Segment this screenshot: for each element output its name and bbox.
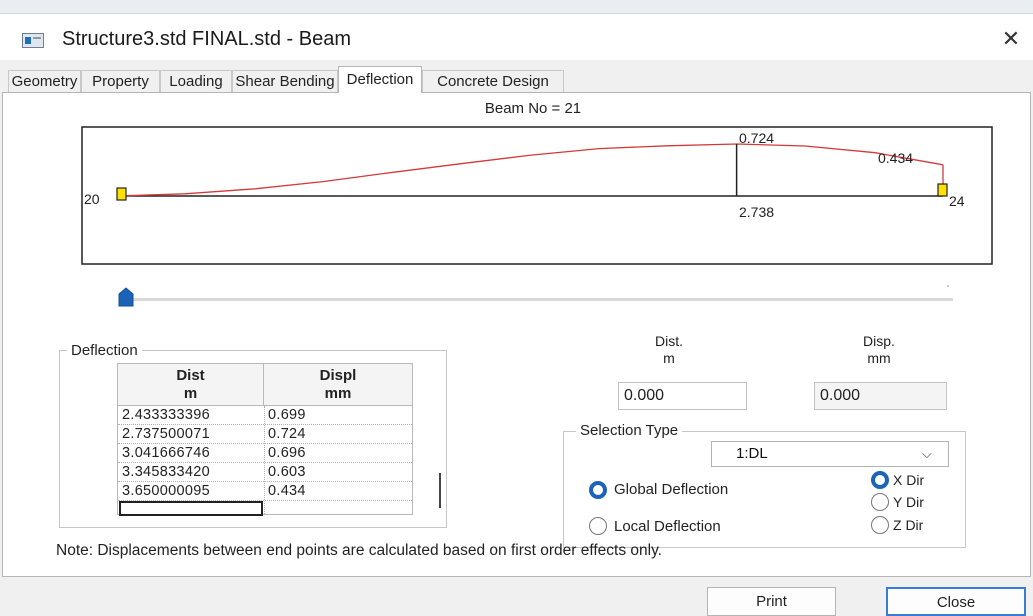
slider-thumb[interactable] <box>118 287 134 307</box>
beam-number-label: Beam No = 21 <box>484 100 582 117</box>
table-row[interactable]: 3.041666746 0.696 <box>118 444 412 463</box>
max-deflection-label: 0.724 <box>739 130 774 146</box>
global-deflection-radio[interactable] <box>589 481 607 499</box>
table-row[interactable]: 2.737500071 0.724 <box>118 425 412 444</box>
table-row[interactable]: 3.345833420 0.603 <box>118 463 412 482</box>
tab-strip: Geometry Property Loading Shear Bending … <box>0 66 1033 93</box>
start-support-icon <box>116 187 127 201</box>
deflection-group-title: Deflection <box>67 342 142 359</box>
table-row[interactable]: 3.650000095 0.434 <box>118 482 412 501</box>
displ-cell: 0.699 <box>268 407 306 423</box>
disp-readout-label: Disp. mm <box>839 333 919 367</box>
displ-cell: 0.434 <box>268 483 306 499</box>
deflection-diagram: 20 24 0.724 2.738 0.434 <box>81 126 993 265</box>
window-title: Structure3.std FINAL.std - Beam <box>62 28 351 50</box>
dist-readout-label-unit: m <box>663 350 675 366</box>
disp-readout-label-unit: mm <box>867 350 891 366</box>
disp-value-field: 0.000 <box>814 382 947 410</box>
end-support-icon <box>937 183 948 197</box>
print-button[interactable]: Print <box>707 587 836 616</box>
dist-readout-label-name: Dist. <box>655 333 683 349</box>
close-button[interactable]: Close <box>886 587 1026 616</box>
displ-cell: 0.724 <box>268 426 306 442</box>
dist-cell: 3.650000095 <box>122 483 210 499</box>
local-deflection-label: Local Deflection <box>614 518 721 535</box>
table-row[interactable]: 2.433333396 0.699 <box>118 406 412 425</box>
load-case-select[interactable]: 1:DL ⌵ <box>711 441 949 467</box>
column-header-displ-unit: mm <box>324 385 352 402</box>
column-header-displ: Displ mm <box>264 364 412 406</box>
tab-shear-bending[interactable]: Shear Bending <box>232 70 338 92</box>
column-header-displ-name: Displ <box>319 367 357 384</box>
dist-input[interactable]: 0.000 <box>618 382 747 410</box>
column-header-dist-name: Dist <box>176 367 205 384</box>
y-dir-radio[interactable] <box>871 493 889 511</box>
tab-deflection[interactable]: Deflection <box>338 66 422 93</box>
z-dir-label: Z Dir <box>893 517 924 533</box>
app-icon <box>22 33 44 48</box>
tab-geometry[interactable]: Geometry <box>8 70 81 92</box>
max-position-label: 2.738 <box>739 204 774 220</box>
column-header-dist: Dist m <box>118 364 264 406</box>
slider-tick <box>947 285 949 287</box>
y-dir-label: Y Dir <box>893 494 924 510</box>
load-case-value: 1:DL <box>736 445 768 462</box>
new-row-edit-cell[interactable] <box>119 501 263 516</box>
end-deflection-label: 0.434 <box>878 150 913 166</box>
column-header-dist-unit: m <box>183 385 198 402</box>
z-dir-radio[interactable] <box>871 516 889 534</box>
top-strip <box>0 0 1033 14</box>
dist-cell: 3.041666746 <box>122 445 210 461</box>
x-dir-radio[interactable] <box>871 471 889 489</box>
local-deflection-radio[interactable] <box>589 517 607 535</box>
chevron-down-icon: ⌵ <box>922 446 932 461</box>
dist-readout-label: Dist. m <box>629 333 709 367</box>
deflection-table: Dist m Displ mm 2.433333396 0.699 2.7375… <box>117 363 413 516</box>
global-deflection-label: Global Deflection <box>614 481 729 498</box>
table-scrollbar[interactable] <box>431 363 447 515</box>
table-header: Dist m Displ mm <box>118 364 412 406</box>
displ-cell: 0.696 <box>268 445 306 461</box>
dist-cell: 3.345833420 <box>122 464 210 480</box>
disp-readout-label-name: Disp. <box>863 333 895 349</box>
note-text: Note: Displacements between end points a… <box>56 542 662 559</box>
displ-cell: 0.603 <box>268 464 306 480</box>
dist-cell: 2.737500071 <box>122 426 210 442</box>
end-node-label: 24 <box>949 193 965 209</box>
close-icon[interactable]: ✕ <box>996 24 1026 54</box>
beam-dialog: Structure3.std FINAL.std - Beam ✕ Geomet… <box>0 14 1033 616</box>
dist-cell: 2.433333396 <box>122 407 210 423</box>
start-node-label: 20 <box>84 191 100 207</box>
tab-concrete-design[interactable]: Concrete Design <box>422 70 564 92</box>
slider-track[interactable] <box>121 298 953 301</box>
deflection-panel: Beam No = 21 20 24 0.724 2.738 0.434 Def… <box>2 92 1031 577</box>
selection-type-title: Selection Type <box>576 422 683 439</box>
x-dir-label: X Dir <box>893 472 925 488</box>
tab-loading[interactable]: Loading <box>160 70 232 92</box>
title-bar: Structure3.std FINAL.std - Beam ✕ <box>0 14 1033 60</box>
tab-property[interactable]: Property <box>81 70 160 92</box>
